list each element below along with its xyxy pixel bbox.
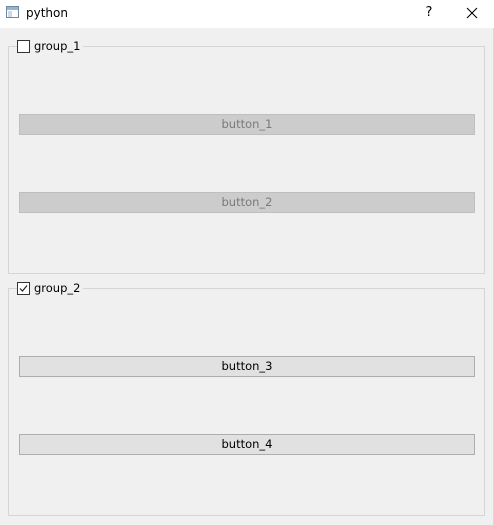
group-box-2: group_2 button_3 button_4 xyxy=(8,280,485,516)
group-1-title: group_1 xyxy=(34,39,81,53)
button-1: button_1 xyxy=(19,114,475,135)
app-window-icon xyxy=(6,6,19,18)
close-button[interactable] xyxy=(450,0,494,28)
help-button[interactable]: ? xyxy=(407,0,451,28)
group-box-1: group_1 button_1 button_2 xyxy=(8,38,485,274)
button-3[interactable]: button_3 xyxy=(19,356,475,377)
main-window: python ? group_1 button_1 button_2 group… xyxy=(0,0,494,525)
button-2: button_2 xyxy=(19,192,475,213)
group-1-checkbox[interactable] xyxy=(17,39,30,53)
title-bar[interactable]: python ? xyxy=(0,0,494,28)
group-2-title: group_2 xyxy=(34,281,81,295)
button-4[interactable]: button_4 xyxy=(19,434,475,455)
checkmark-icon xyxy=(19,284,28,292)
window-title: python xyxy=(26,6,68,20)
close-icon xyxy=(466,7,478,19)
group-1-header[interactable]: group_1 xyxy=(17,38,84,54)
group-2-header[interactable]: group_2 xyxy=(17,280,84,296)
group-2-checkbox[interactable] xyxy=(17,281,30,295)
